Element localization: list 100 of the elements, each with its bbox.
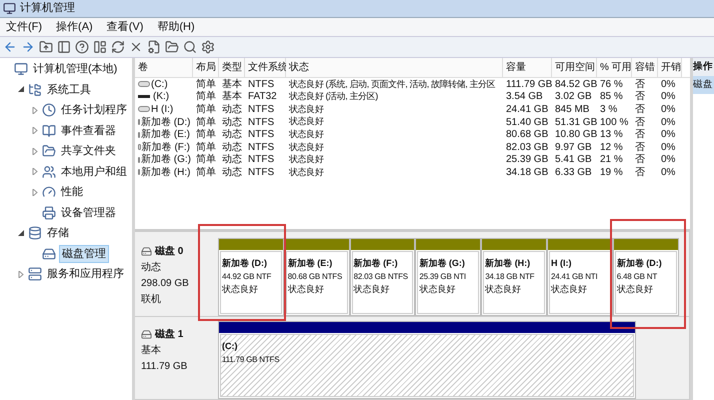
table-cell-text: 基本: [222, 78, 242, 90]
table-cell-text: 3.54 GB: [506, 90, 543, 104]
tree-item[interactable]: 本地用户和组: [59, 164, 129, 180]
partition-size: 24.41 GB NTI: [550, 270, 598, 282]
partition-block[interactable]: (C:) 111.79 GB NTFS: [218, 321, 636, 399]
menu-item[interactable]: 查看(V): [102, 18, 148, 36]
partition-size: 6.48 GB NT: [616, 270, 658, 282]
table-cell-text: 13 %: [600, 128, 623, 142]
settings-icon[interactable]: [201, 40, 215, 54]
partition-status: 状态良好: [222, 282, 259, 296]
folder-icon[interactable]: [165, 40, 179, 54]
table-cell-text: 85 %: [600, 90, 623, 104]
table-cell-text: 845 MB: [555, 102, 590, 117]
tree-node-icon: [28, 226, 42, 240]
column-header[interactable]: % 可用: [597, 58, 632, 77]
tree-item[interactable]: 存储: [45, 225, 71, 242]
table-cell-text: 状态良好: [289, 166, 324, 179]
table-cell-text: 12 %: [600, 140, 623, 155]
table-cell-text: 3.02 GB: [555, 90, 592, 104]
table-cell-text: 9.97 GB: [555, 140, 592, 155]
partition-block[interactable]: 新加卷 (D:) 6.48 GB NT 状态良好: [612, 238, 679, 316]
table-cell-text: 新加卷 (H:): [141, 166, 190, 180]
column-header[interactable]: 类型: [219, 58, 245, 77]
tree-item[interactable]: 性能: [59, 184, 85, 200]
folder-up-icon[interactable]: [39, 40, 53, 54]
expand-arrow-icon[interactable]: [32, 188, 38, 196]
close-icon[interactable]: [129, 40, 143, 54]
collapse-arrow-icon[interactable]: [18, 86, 24, 94]
partition-size: 25.39 GB NTI: [419, 270, 467, 282]
tree-item[interactable]: 服务和应用程序: [45, 266, 126, 282]
table-cell-text: 否: [635, 128, 645, 142]
menu-item[interactable]: 操作(A): [52, 18, 97, 36]
tree-node-icon: [28, 267, 42, 282]
table-cell-text: 动态: [222, 166, 242, 180]
expand-arrow-icon[interactable]: [18, 270, 24, 278]
help-icon[interactable]: [75, 40, 89, 54]
table-cell-text: 否: [635, 90, 645, 104]
partition-name: 新加卷 (H:): [485, 257, 532, 270]
panel-header: 操作: [693, 58, 714, 76]
partition-block[interactable]: 新加卷 (H:) 34.18 GB NTF 状态良好: [481, 238, 547, 316]
tree-node-icon: [42, 206, 56, 220]
properties-icon[interactable]: [147, 40, 161, 54]
partition-block[interactable]: 新加卷 (D:) 44.92 GB NTF 状态良好: [218, 238, 284, 316]
table-cell-text: 0%: [661, 128, 676, 142]
column-header[interactable]: 可用空间: [552, 58, 597, 77]
tree-node-icon: [42, 144, 56, 158]
column-header[interactable]: 容错: [632, 58, 658, 77]
tree-node-icon: [42, 124, 56, 138]
table-cell-text: 简单: [196, 116, 216, 128]
tree-item[interactable]: 磁盘管理: [59, 244, 109, 263]
partition-status: 状态良好: [485, 282, 522, 296]
table-cell-text: 51.40 GB: [506, 116, 548, 130]
expand-arrow-icon[interactable]: [32, 127, 38, 134]
column-header[interactable]: 卷: [135, 58, 193, 77]
search-icon[interactable]: [183, 40, 197, 54]
column-header[interactable]: 布局: [193, 58, 219, 77]
partition-name: 新加卷 (G:): [419, 257, 466, 270]
refresh-icon[interactable]: [111, 40, 125, 54]
tree-item[interactable]: 系统工具: [45, 82, 93, 98]
forward-icon[interactable]: [21, 40, 35, 54]
table-cell-text: 简单: [196, 78, 216, 90]
expand-arrow-icon[interactable]: [32, 148, 38, 155]
table-cell-text: 0%: [661, 78, 676, 92]
table-cell-text: 84.52 GB: [555, 78, 597, 92]
partition-block[interactable]: 新加卷 (F:) 82.03 GB NTFS 状态良好: [350, 238, 416, 316]
back-icon[interactable]: [3, 40, 17, 54]
table-cell-text: 0%: [661, 153, 676, 168]
tree-item[interactable]: 计算机管理(本地): [31, 61, 120, 78]
table-cell-text: 简单: [196, 140, 216, 154]
table-cell-text: 0%: [661, 102, 676, 117]
table-cell-text: 10.80 GB: [555, 128, 597, 142]
menu-item[interactable]: 帮助(H): [153, 18, 199, 36]
column-header[interactable]: 开销: [658, 58, 682, 77]
table-cell-text: 76 %: [600, 78, 623, 92]
table-cell-text: 简单: [196, 128, 216, 142]
table-cell-text: 否: [635, 166, 645, 180]
partition-block[interactable]: 新加卷 (E:) 80.68 GB NTFS 状态良好: [284, 238, 350, 316]
column-header[interactable]: 容量: [503, 58, 552, 77]
expand-arrow-icon[interactable]: [32, 168, 38, 176]
panel-icon[interactable]: [93, 40, 107, 54]
table-cell-text: 111.79 GB: [506, 78, 552, 92]
table-cell-text: 21 %: [600, 153, 623, 168]
action-item[interactable]: 磁盘: [693, 76, 714, 94]
partition-block[interactable]: H (I:) 24.41 GB NTI 状态良好: [546, 238, 613, 316]
table-cell-text: 0%: [661, 140, 676, 155]
column-header[interactable]: 状态: [286, 58, 503, 77]
window-title: 计算机管理: [20, 1, 75, 16]
partition-name: 新加卷 (D:): [616, 257, 663, 270]
tree-item[interactable]: 共享文件夹: [59, 143, 118, 160]
tree-item[interactable]: 设备管理器: [59, 204, 118, 221]
panel-icon[interactable]: [57, 40, 71, 54]
collapse-arrow-icon[interactable]: [18, 230, 24, 237]
tree-item[interactable]: 任务计划程序: [59, 102, 129, 118]
table-cell-text: NTFS: [248, 78, 274, 92]
partition-block[interactable]: 新加卷 (G:) 25.39 GB NTI 状态良好: [415, 238, 482, 316]
expand-arrow-icon[interactable]: [32, 106, 38, 114]
menu-item[interactable]: 文件(F): [2, 18, 46, 36]
partition-size: 82.03 GB NTFS: [354, 270, 409, 282]
tree-item[interactable]: 事件查看器: [59, 122, 118, 139]
table-cell-text: 6.33 GB: [555, 166, 592, 180]
